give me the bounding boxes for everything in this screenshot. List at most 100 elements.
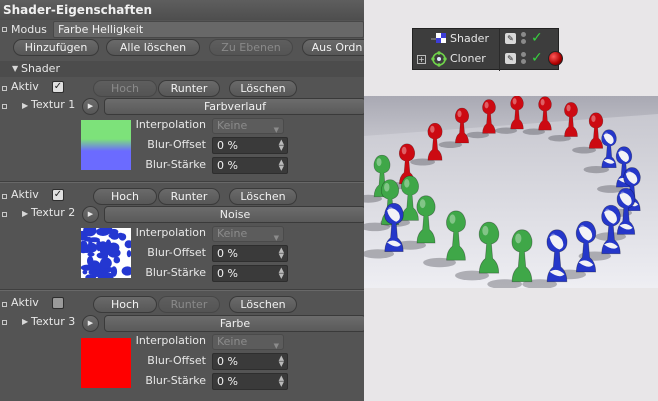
shader-section-header[interactable]: ▼ Shader [0,61,364,77]
cloner-icon [431,51,447,67]
divider [0,290,364,291]
object-manager: Shader ✎ ✓ + Cloner ✎ ✓ [412,28,563,71]
blur-offset-label: Blur-Offset [147,138,206,151]
interpolation-value: Keine [217,119,248,132]
panel-title: Shader-Eigenschaften [0,0,364,20]
aktiv-label: Aktiv [11,296,39,309]
expand-plus-icon[interactable]: + [417,55,426,64]
textur-menu-button[interactable]: ▶ [82,315,99,332]
edit-icon[interactable]: ✎ [505,53,516,64]
enabled-check-icon[interactable]: ✓ [531,50,543,66]
keyframe-dot-icon[interactable] [2,86,7,91]
interpolation-label: Interpolation [135,334,206,347]
interpolation-select[interactable]: Keine ▼ [212,118,284,134]
hoch-button[interactable]: Hoch [93,188,157,205]
textur-label: Textur 1 [31,98,76,111]
textur-menu-button[interactable]: ▶ [82,98,99,115]
textur-shader-bar[interactable]: Noise [104,206,364,223]
blur-offset-value: 0 % [217,355,238,368]
interpolation-select[interactable]: Keine ▼ [212,334,284,350]
stepper-arrows-icon[interactable]: ▲ ▼ [279,247,284,260]
stepper-arrows-icon[interactable]: ▲ ▼ [279,159,284,172]
object-name: Cloner [450,52,486,65]
interpolation-label: Interpolation [135,226,206,239]
stepper-arrows-icon[interactable]: ▲ ▼ [279,139,284,152]
textur-shader-bar[interactable]: Farbe [104,315,364,332]
keyframe-dot-icon[interactable] [2,104,7,109]
blur-staerke-field[interactable]: 0 % ▲ ▼ [212,157,288,174]
aktiv-checkbox[interactable] [52,297,64,309]
modus-row: Modus Farbe Helligkeit [0,21,364,39]
loeschen-button[interactable]: Löschen [229,80,297,97]
aktiv-label: Aktiv [11,80,39,93]
modus-value: Farbe Helligkeit [58,23,144,36]
modus-label: Modus [11,23,47,36]
interpolation-select[interactable]: Keine ▼ [212,226,284,242]
blur-staerke-label: Blur-Stärke [145,266,206,279]
blur-staerke-field[interactable]: 0 % ▲ ▼ [212,373,288,390]
keyframe-dot-icon[interactable] [2,27,7,32]
textur-shader-bar[interactable]: Farbverlauf [104,98,364,115]
loeschen-button[interactable]: Löschen [229,296,297,313]
blur-staerke-value: 0 % [217,267,238,280]
hoch-button[interactable]: Hoch [93,296,157,313]
object-row-shader[interactable]: Shader ✎ ✓ [413,29,560,49]
modus-select[interactable]: Farbe Helligkeit [53,21,364,38]
textur-label: Textur 2 [31,206,76,219]
edit-icon[interactable]: ✎ [505,33,516,44]
material-tag-icon[interactable] [548,51,563,66]
shader-properties-panel: Shader-Eigenschaften Modus Farbe Helligk… [0,0,364,401]
blur-offset-label: Blur-Offset [147,354,206,367]
hoch-button[interactable]: Hoch [93,80,157,97]
interpolation-value: Keine [217,335,248,348]
runter-button[interactable]: Runter [158,188,220,205]
alle-loeschen-button[interactable]: Alle löschen [106,39,200,56]
dropdown-arrow-icon: ▼ [273,342,279,350]
expand-triangle-icon[interactable]: ▶ [22,101,28,110]
collapse-triangle-icon[interactable]: ▼ [12,64,18,73]
interpolation-value: Keine [217,227,248,240]
shader-section-title: Shader [21,62,60,75]
aktiv-label: Aktiv [11,188,39,201]
aktiv-checkbox[interactable]: ✓ [52,81,64,93]
visibility-dots-icon[interactable] [520,30,527,46]
keyframe-dot-icon[interactable] [2,194,7,199]
blur-staerke-value: 0 % [217,159,238,172]
interpolation-label: Interpolation [135,118,206,131]
stepper-arrows-icon[interactable]: ▲ ▼ [279,267,284,280]
runter-button[interactable]: Runter [158,296,220,313]
dropdown-arrow-icon: ▼ [273,126,279,134]
blur-staerke-value: 0 % [217,375,238,388]
textur-label: Textur 3 [31,315,76,328]
aus-ordner-button[interactable]: Aus Ordn [302,39,364,56]
dropdown-arrow-icon: ▼ [273,234,279,242]
textur-menu-button[interactable]: ▶ [82,206,99,223]
object-name: Shader [450,32,489,45]
aktiv-checkbox[interactable]: ✓ [52,189,64,201]
loeschen-button[interactable]: Löschen [229,188,297,205]
blur-offset-field[interactable]: 0 % ▲ ▼ [212,245,288,262]
keyframe-dot-icon[interactable] [2,212,7,217]
keyframe-dot-icon[interactable] [2,302,7,307]
runter-button[interactable]: Runter [158,80,220,97]
render-preview [364,96,658,288]
expand-triangle-icon[interactable]: ▶ [22,209,28,218]
blur-offset-field[interactable]: 0 % ▲ ▼ [212,137,288,154]
enabled-check-icon[interactable]: ✓ [531,30,543,46]
keyframe-dot-icon[interactable] [2,320,7,325]
blur-offset-field[interactable]: 0 % ▲ ▼ [212,353,288,370]
blur-staerke-label: Blur-Stärke [145,158,206,171]
stepper-arrows-icon[interactable]: ▲ ▼ [279,355,284,368]
checker-icon [431,33,446,43]
object-row-cloner[interactable]: + Cloner ✎ ✓ [413,49,563,69]
zu-ebenen-button[interactable]: Zu Ebenen [209,39,293,56]
blur-offset-value: 0 % [217,247,238,260]
expand-triangle-icon[interactable]: ▶ [22,317,28,326]
visibility-dots-icon[interactable] [520,50,527,66]
blur-staerke-field[interactable]: 0 % ▲ ▼ [212,265,288,282]
hinzufuegen-button[interactable]: Hinzufügen [13,39,99,56]
blur-staerke-label: Blur-Stärke [145,374,206,387]
stepper-arrows-icon[interactable]: ▲ ▼ [279,375,284,388]
blur-offset-value: 0 % [217,139,238,152]
divider [0,182,364,183]
